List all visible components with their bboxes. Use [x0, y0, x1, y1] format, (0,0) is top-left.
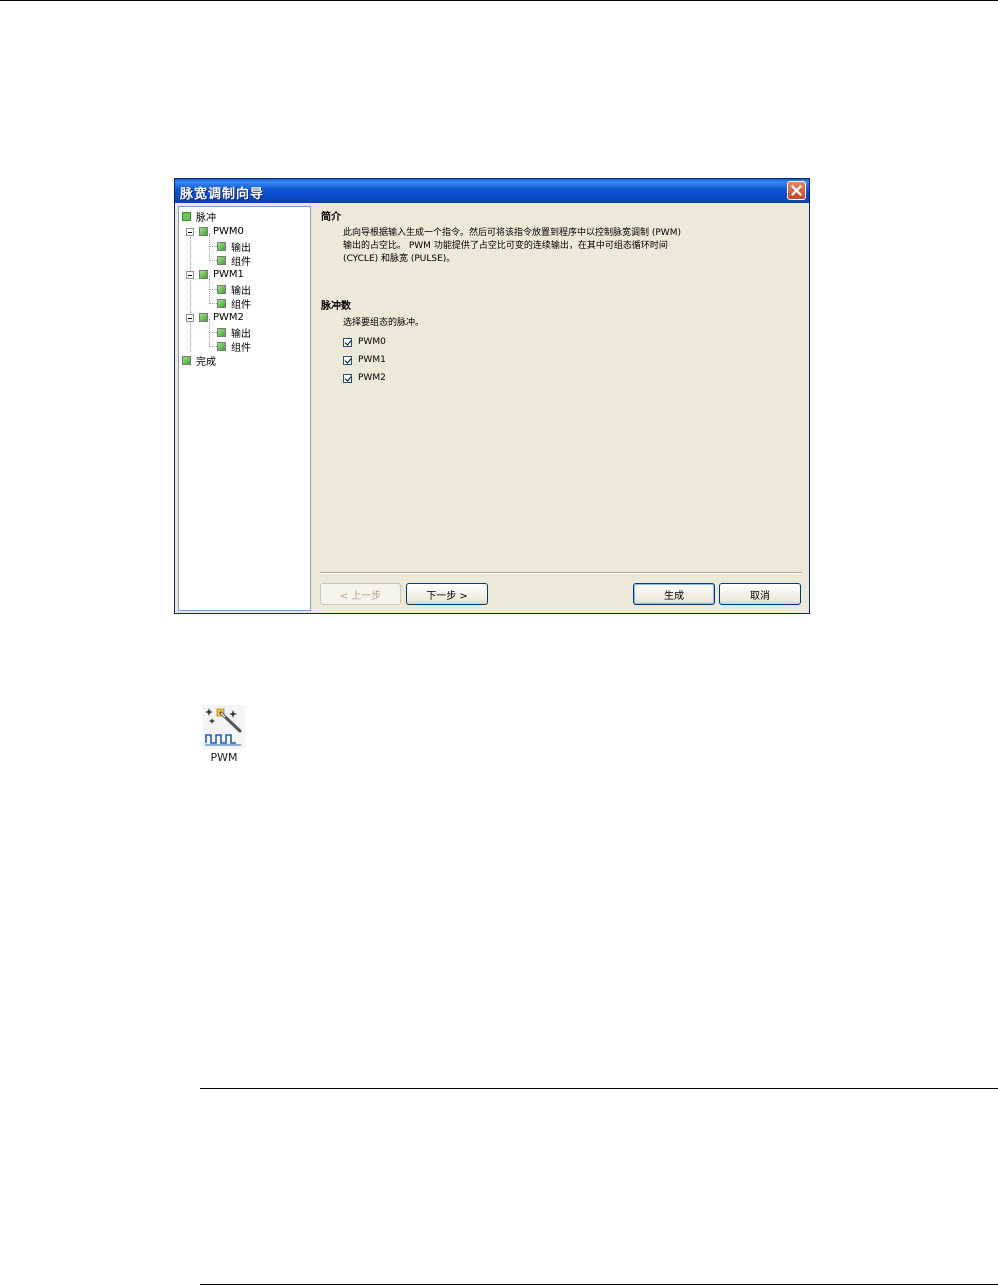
close-icon — [791, 185, 802, 196]
node-icon — [217, 255, 226, 265]
navigation-tree[interactable]: 脉冲 PWM0 输出 组件 PWM1 输出 组件 PWM2 输出 组件 完成 — [178, 206, 311, 611]
window-title: 脉宽调制向导 — [180, 187, 265, 202]
collapse-pwm0-button[interactable] — [186, 228, 194, 236]
pwm1-checkbox-row[interactable]: PWM1 — [343, 353, 386, 367]
tree-item-pwm2-output[interactable]: 输出 — [217, 325, 251, 340]
footer-separator — [320, 572, 802, 574]
tree-item-pwm1[interactable]: PWM1 — [199, 267, 244, 281]
pwm1-checkbox[interactable] — [343, 355, 352, 365]
tree-item-pulse[interactable]: 脉冲 — [182, 209, 216, 224]
intro-title: 简介 — [321, 212, 341, 223]
wizard-content: 简介 此向导根据输入生成一个指令。然后可将该指令放置到程序中以控制脉宽调制 (P… — [313, 205, 808, 611]
tree-connector — [209, 260, 217, 261]
pwm2-checkbox-row[interactable]: PWM2 — [343, 371, 386, 385]
collapse-pwm2-button[interactable] — [186, 314, 194, 322]
tree-item-pwm2[interactable]: PWM2 — [199, 310, 244, 324]
node-icon — [217, 341, 226, 351]
magic-wand-pwm-icon — [203, 705, 245, 749]
tree-connector — [190, 237, 191, 351]
pwm2-checkbox[interactable] — [343, 373, 352, 383]
node-icon — [199, 269, 208, 279]
node-icon — [182, 355, 191, 365]
page-top-rule — [0, 0, 998, 1]
intro-line: 输出的占空比。 PWM 功能提供了占空比可变的连续输出，在其中可组态循环时间 — [343, 241, 668, 251]
pwm-icon-label: PWM — [210, 751, 238, 764]
node-icon — [217, 241, 226, 251]
tree-connector — [209, 289, 217, 290]
tree-connector — [209, 346, 217, 347]
node-icon — [199, 226, 208, 236]
cancel-button[interactable]: 取消 — [719, 583, 801, 605]
collapse-pwm1-button[interactable] — [186, 271, 194, 279]
tree-item-pwm0-component[interactable]: 组件 — [217, 253, 251, 268]
node-icon — [217, 284, 226, 294]
page-rule — [200, 1088, 998, 1089]
check-node-icon — [182, 211, 191, 221]
pwm-wizard-icon[interactable]: PWM — [203, 705, 245, 767]
tree-item-pwm1-component[interactable]: 组件 — [217, 296, 251, 311]
pulses-title: 脉冲数 — [321, 301, 351, 312]
tree-item-finish[interactable]: 完成 — [182, 353, 216, 368]
tree-item-pwm1-output[interactable]: 输出 — [217, 282, 251, 297]
close-button[interactable] — [787, 181, 806, 200]
node-icon — [199, 312, 208, 322]
tree-connector — [209, 246, 217, 247]
tree-connector — [209, 332, 217, 333]
tree-item-pwm2-component[interactable]: 组件 — [217, 339, 251, 354]
node-icon — [217, 298, 226, 308]
tree-item-pwm0-output[interactable]: 输出 — [217, 239, 251, 254]
tree-connector — [209, 303, 217, 304]
node-icon — [217, 327, 226, 337]
title-bar[interactable]: 脉宽调制向导 — [175, 179, 809, 203]
pulses-prompt: 选择要组态的脉冲。 — [343, 318, 425, 328]
tree-item-pwm0[interactable]: PWM0 — [199, 224, 244, 238]
pwm0-checkbox-row[interactable]: PWM0 — [343, 335, 386, 349]
next-button[interactable]: 下一步 > — [406, 583, 488, 605]
prev-button[interactable]: < 上一步 — [320, 583, 401, 605]
pwm0-checkbox[interactable] — [343, 337, 352, 347]
pwm-wizard-window: 脉宽调制向导 脉冲 PWM0 输出 组件 PWM1 输出 组件 PWM2 输出 … — [174, 178, 810, 614]
generate-button[interactable]: 生成 — [633, 583, 715, 605]
intro-line: (CYCLE) 和脉宽 (PULSE)。 — [343, 254, 456, 264]
intro-line: 此向导根据输入生成一个指令。然后可将该指令放置到程序中以控制脉宽调制 (PWM) — [343, 228, 681, 238]
